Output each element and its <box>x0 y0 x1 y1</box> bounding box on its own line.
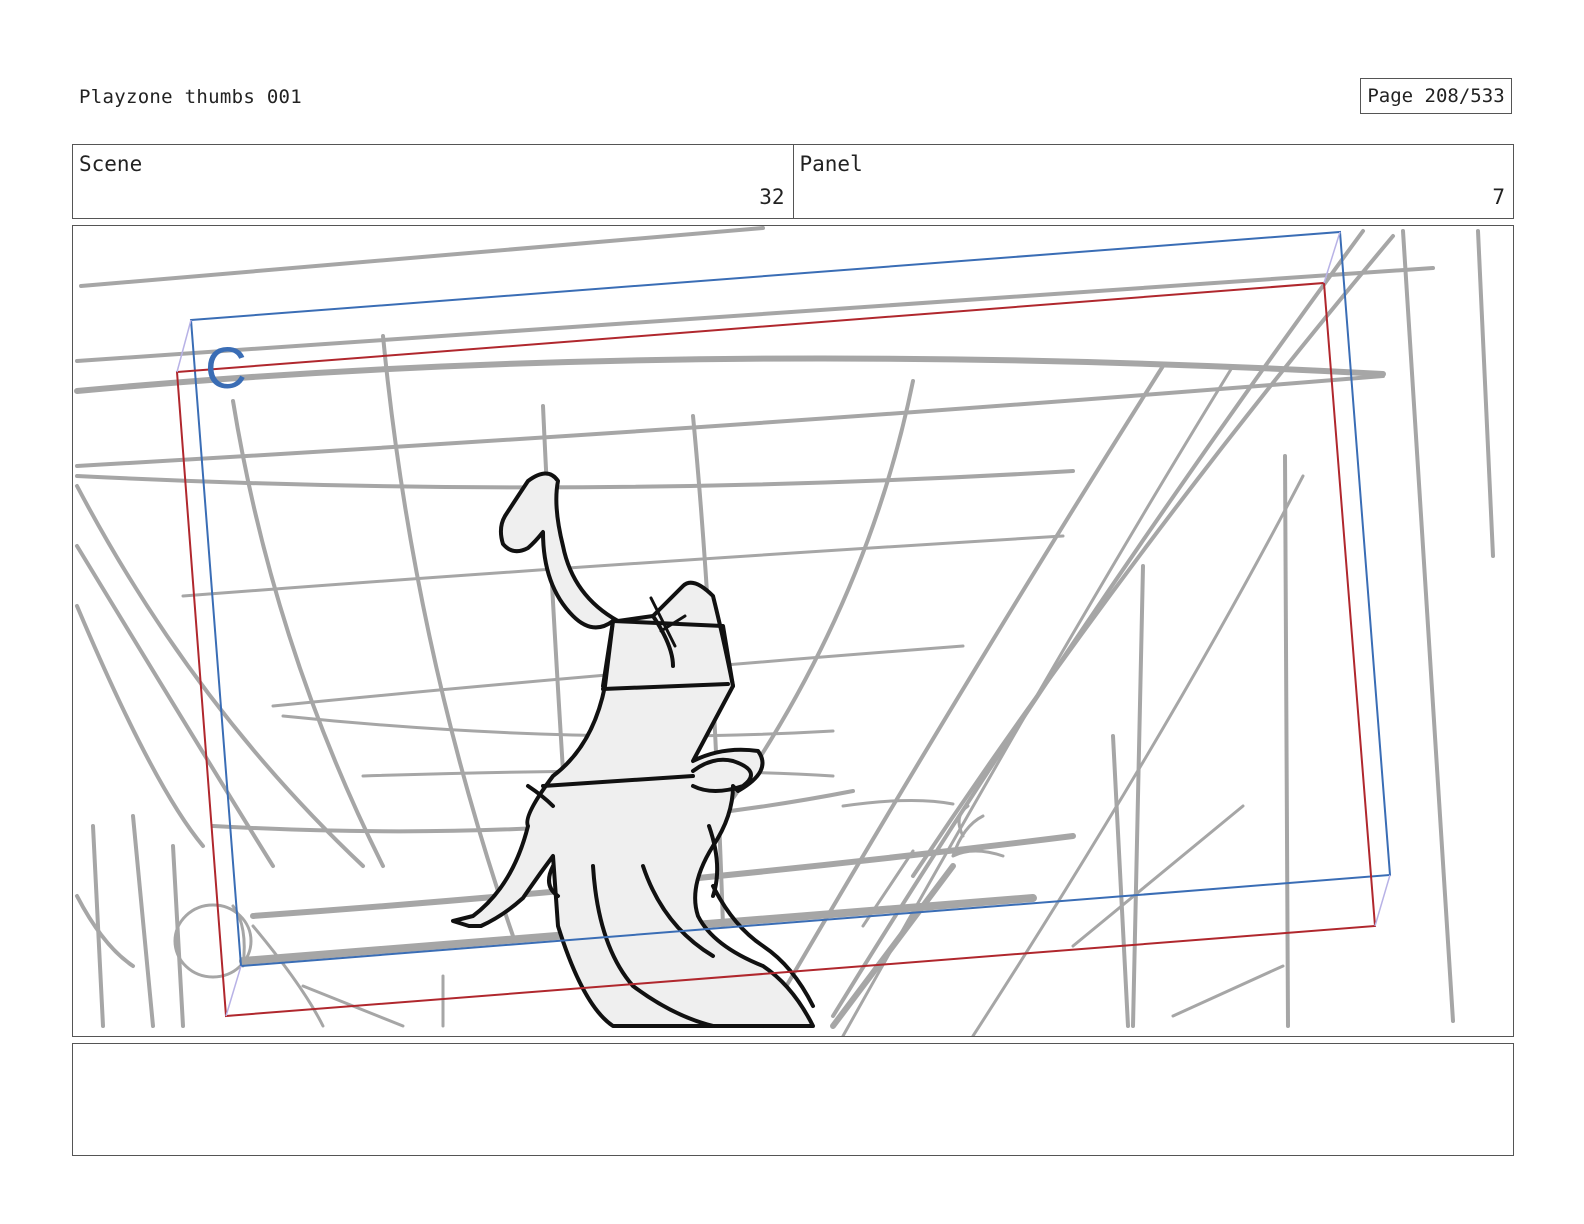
document-title: Playzone thumbs 001 <box>79 86 303 108</box>
panel-number: 7 <box>1492 185 1505 209</box>
storyboard-panel: C <box>72 225 1514 1037</box>
camera-frames <box>175 230 1392 1018</box>
panel-label: Panel <box>799 152 863 176</box>
scene-panel-header: Scene 32 Panel 7 <box>72 144 1514 219</box>
background-sketch-lines <box>74 226 1495 1036</box>
scene-number: 32 <box>759 185 785 209</box>
scene-label: Scene <box>79 152 143 176</box>
notes-area <box>72 1043 1514 1156</box>
page-indicator: Page 208/533 <box>1360 78 1512 114</box>
camera-marker-label: C <box>205 336 247 401</box>
scene-cell: Scene 32 <box>73 145 793 218</box>
panel-cell: Panel 7 <box>792 145 1514 218</box>
camera-move-arrows <box>176 231 1391 1017</box>
panel-sketch: C <box>74 226 1495 1036</box>
